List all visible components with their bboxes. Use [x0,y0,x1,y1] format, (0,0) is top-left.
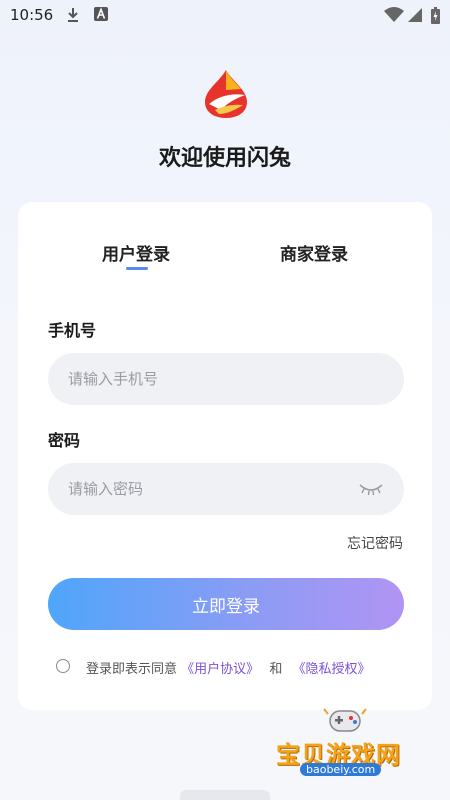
active-tab-indicator [126,267,148,270]
tab-user-login[interactable]: 用户登录 [102,240,170,265]
user-agreement-link[interactable]: 《用户协议》 [181,662,259,677]
agreement-and: 和 [269,662,283,677]
phone-input[interactable] [48,353,404,405]
password-input[interactable] [48,463,404,515]
gamepad-icon [323,708,367,732]
welcome-title: 欢迎使用闪兔 [158,146,291,171]
tab-merchant-login[interactable]: 商家登录 [280,240,348,265]
watermark-url: baobeiy.com [300,763,382,776]
password-label: 密码 [48,431,81,450]
cell-signal-icon [408,8,422,22]
status-bar: 10:56 [0,0,450,30]
phone-label: 手机号 [48,321,97,340]
battery-icon [431,7,440,24]
home-indicator [180,790,270,800]
login-button[interactable]: 立即登录 [48,578,404,630]
agreement-row: 登录即表示同意 《用户协议》 和 《隐私授权》 [56,658,416,678]
forgot-password-link[interactable]: 忘记密码 [347,533,403,553]
download-icon [68,8,78,22]
watermark: 宝贝游戏网 baobeiy.com [276,705,426,785]
agreement-prefix: 登录即表示同意 [86,662,178,677]
app-logo [205,70,247,118]
eye-closed-icon[interactable] [358,482,384,496]
privacy-link[interactable]: 《隐私授权》 [292,662,370,677]
login-card: 用户登录 商家登录 手机号 密码 忘记密码 立即登录 登录即表示同意 《用户协议… [18,202,432,710]
wifi-icon [384,7,404,22]
agreement-radio[interactable] [56,659,70,673]
a-badge-icon [94,7,108,21]
agreement-text: 登录即表示同意 《用户协议》 和 《隐私授权》 [86,658,370,677]
status-time: 10:56 [10,6,54,24]
